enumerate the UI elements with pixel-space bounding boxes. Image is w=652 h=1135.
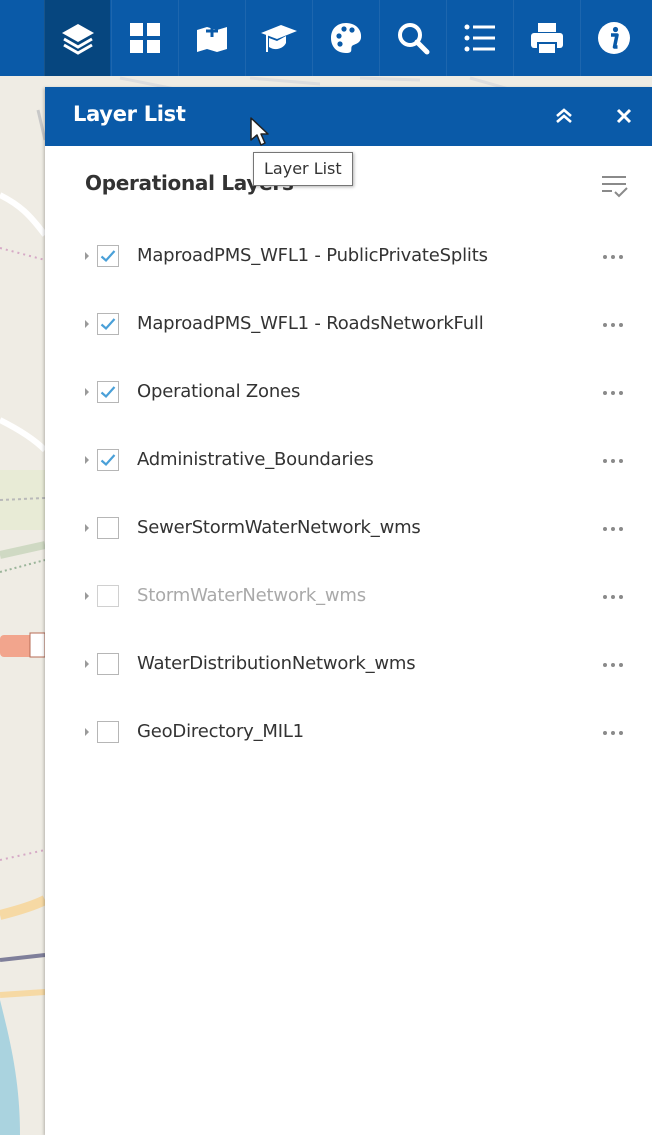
expand-triangle-icon[interactable] <box>82 249 92 263</box>
add-data-tool-button[interactable] <box>178 0 244 76</box>
expand-triangle-icon[interactable] <box>82 453 92 467</box>
dot-icon <box>603 459 607 463</box>
expand-triangle-icon[interactable] <box>82 317 92 331</box>
layer-visibility-checkbox[interactable] <box>97 585 119 607</box>
search-tool-button[interactable] <box>379 0 445 76</box>
checkmark-icon <box>100 250 116 263</box>
mouse-cursor-icon <box>250 117 269 146</box>
layer-label: SewerStormWaterNetwork_wms <box>137 517 421 538</box>
checkmark-icon <box>100 386 116 399</box>
basemap-gallery-tool-button[interactable] <box>111 0 177 76</box>
layer-more-options-button[interactable] <box>596 451 630 471</box>
layer-label: Operational Zones <box>137 381 301 402</box>
panel-header: Layer List <box>45 87 652 146</box>
expand-triangle-icon[interactable] <box>82 521 92 535</box>
expand-triangle-icon[interactable] <box>82 589 92 603</box>
dot-icon <box>603 663 607 667</box>
dot-icon <box>603 595 607 599</box>
dot-icon <box>619 391 623 395</box>
layer-row[interactable]: Operational Zones <box>45 371 652 411</box>
print-tool-button[interactable] <box>513 0 579 76</box>
dot-icon <box>611 731 615 735</box>
layer-visibility-checkbox[interactable] <box>97 245 119 267</box>
checkmark-icon <box>100 318 116 331</box>
layer-visibility-checkbox[interactable] <box>97 381 119 403</box>
layer-row[interactable]: MaproadPMS_WFL1 - RoadsNetworkFull <box>45 303 652 343</box>
layer-list-panel: Layer List Operational Layers MaproadPMS… <box>45 87 652 1135</box>
symbology-tool-button[interactable] <box>312 0 378 76</box>
expand-triangle-icon[interactable] <box>82 725 92 739</box>
layer-visibility-checkbox[interactable] <box>97 313 119 335</box>
dot-icon <box>611 663 615 667</box>
layer-visibility-checkbox[interactable] <box>97 517 119 539</box>
layer-more-options-button[interactable] <box>596 655 630 675</box>
dot-icon <box>619 323 623 327</box>
layer-options-button[interactable] <box>596 167 632 203</box>
legend-tool-button[interactable] <box>446 0 512 76</box>
dot-icon <box>611 255 615 259</box>
print-icon <box>530 23 563 55</box>
layer-row[interactable]: StormWaterNetwork_wms <box>45 575 652 615</box>
dot-icon <box>611 459 615 463</box>
dot-icon <box>619 663 623 667</box>
graduation-cap-icon <box>260 25 297 52</box>
dot-icon <box>603 323 607 327</box>
expand-triangle-icon[interactable] <box>82 385 92 399</box>
widget-toolbar <box>0 0 652 76</box>
about-tool-button[interactable] <box>580 0 646 76</box>
search-icon <box>397 23 429 55</box>
layer-more-options-button[interactable] <box>596 315 630 335</box>
layer-label: StormWaterNetwork_wms <box>137 585 366 606</box>
layers-icon <box>61 24 94 55</box>
dot-icon <box>619 595 623 599</box>
layer-label: WaterDistributionNetwork_wms <box>137 653 416 674</box>
dot-icon <box>619 731 623 735</box>
palette-icon <box>330 23 361 53</box>
layer-row[interactable]: WaterDistributionNetwork_wms <box>45 643 652 683</box>
layer-more-options-button[interactable] <box>596 723 630 743</box>
education-tool-button[interactable] <box>245 0 311 76</box>
layer-label: GeoDirectory_MIL1 <box>137 721 304 742</box>
dot-icon <box>603 731 607 735</box>
add-data-icon <box>196 25 227 52</box>
layer-label: MaproadPMS_WFL1 - RoadsNetworkFull <box>137 313 484 334</box>
dot-icon <box>611 323 615 327</box>
dot-icon <box>611 391 615 395</box>
panel-title: Layer List <box>73 102 186 126</box>
layer-row[interactable]: MaproadPMS_WFL1 - PublicPrivateSplits <box>45 235 652 275</box>
layer-row[interactable]: SewerStormWaterNetwork_wms <box>45 507 652 547</box>
close-panel-button[interactable] <box>607 99 641 133</box>
dot-icon <box>619 527 623 531</box>
dot-icon <box>603 527 607 531</box>
layer-more-options-button[interactable] <box>596 519 630 539</box>
dot-icon <box>611 595 615 599</box>
layer-label: MaproadPMS_WFL1 - PublicPrivateSplits <box>137 245 488 266</box>
tooltip: Layer List <box>253 152 353 186</box>
layer-more-options-button[interactable] <box>596 587 630 607</box>
layer-row[interactable]: GeoDirectory_MIL1 <box>45 711 652 751</box>
filter-list-icon <box>602 176 628 198</box>
layer-label: Administrative_Boundaries <box>137 449 374 470</box>
close-icon <box>616 108 632 124</box>
layer-more-options-button[interactable] <box>596 383 630 403</box>
expand-triangle-icon[interactable] <box>82 657 92 671</box>
layer-visibility-checkbox[interactable] <box>97 653 119 675</box>
dot-icon <box>611 527 615 531</box>
double-chevron-up-icon <box>556 108 572 123</box>
dot-icon <box>619 255 623 259</box>
layer-list-tool-button[interactable] <box>44 0 110 76</box>
dot-icon <box>603 391 607 395</box>
layer-visibility-checkbox[interactable] <box>97 721 119 743</box>
layer-visibility-checkbox[interactable] <box>97 449 119 471</box>
dot-icon <box>603 255 607 259</box>
layer-row[interactable]: Administrative_Boundaries <box>45 439 652 479</box>
grid-icon <box>129 23 160 53</box>
list-icon <box>464 24 495 52</box>
checkmark-icon <box>100 454 116 467</box>
info-icon <box>597 22 630 54</box>
dot-icon <box>619 459 623 463</box>
layer-more-options-button[interactable] <box>596 247 630 267</box>
collapse-panel-button[interactable] <box>547 99 581 133</box>
